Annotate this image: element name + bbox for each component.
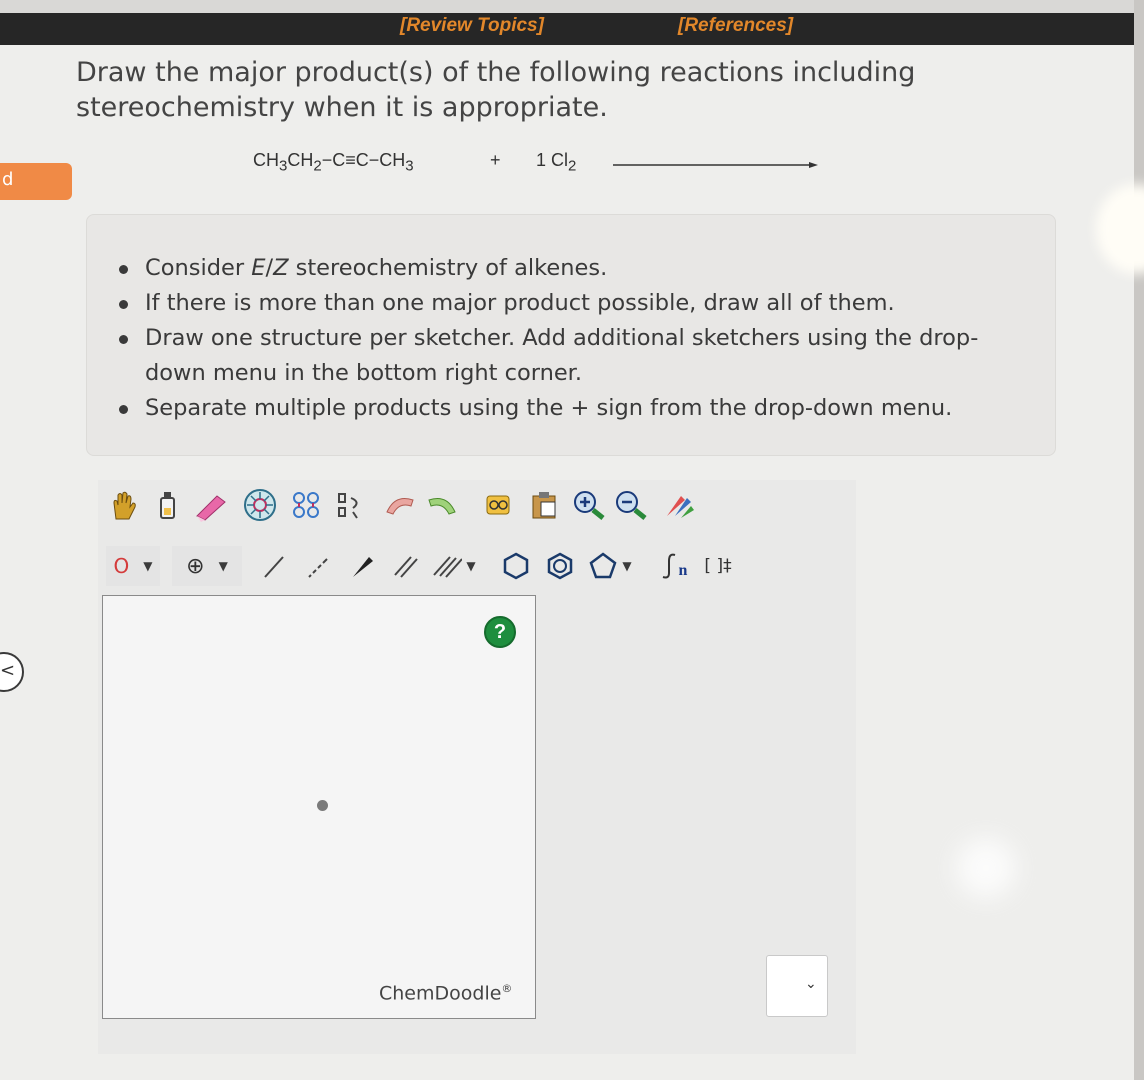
bullet-icon [119, 300, 128, 309]
clean-icon[interactable] [330, 485, 370, 525]
sgroup-label: n [678, 562, 688, 579]
references-link[interactable]: [References] [678, 15, 793, 37]
plus-sign: + [490, 150, 501, 170]
sketcher-toolbar-top [106, 485, 706, 527]
review-topics-link[interactable]: [Review Topics] [400, 15, 544, 37]
instruction-text: Consider E/Z stereochemistry of alkenes. [145, 255, 608, 281]
eraser-icon[interactable] [192, 485, 230, 525]
chemdoodle-watermark: ChemDoodle® [379, 982, 512, 1004]
brand-name: ChemDoodle [379, 982, 502, 1005]
hashed-bond-icon[interactable] [298, 546, 338, 586]
atom-label: O [113, 554, 130, 578]
question-text: Draw the major product(s) of the followi… [76, 57, 916, 123]
hand-icon[interactable] [106, 485, 140, 525]
bracket-charge-icon[interactable]: [ ]‡ [698, 546, 738, 586]
chevron-down-icon: ▼ [466, 559, 476, 573]
lasso-icon[interactable] [152, 485, 182, 525]
paste-icon[interactable] [526, 485, 566, 525]
instruction-item: Consider E/Z stereochemistry of alkenes. [119, 251, 1025, 286]
atom-element-dropdown[interactable]: O ▼ [106, 546, 160, 586]
instructions-list: Consider E/Z stereochemistry of alkenes.… [119, 251, 1025, 426]
instruction-text: If there is more than one major product … [145, 290, 895, 316]
help-button[interactable]: ? [484, 616, 516, 648]
instructions-box: Consider E/Z stereochemistry of alkenes.… [86, 214, 1056, 456]
brand-registered-mark: ® [501, 982, 513, 995]
ring-template-icon[interactable] [240, 485, 280, 525]
atom-map-icon[interactable] [288, 485, 328, 525]
screen-edge [1134, 0, 1144, 1080]
color-icon[interactable] [660, 485, 700, 525]
bullet-icon [119, 335, 128, 344]
single-bond-icon[interactable] [254, 546, 294, 586]
copy-icon[interactable] [480, 485, 520, 525]
double-bond-icon[interactable] [386, 546, 426, 586]
sgroup-icon[interactable]: n [654, 546, 694, 586]
side-tab-label: d [2, 169, 14, 190]
side-tab[interactable]: d [0, 163, 72, 200]
instruction-item: If there is more than one major product … [119, 286, 1025, 321]
chevron-down-icon: ▼ [143, 559, 153, 573]
sketcher-toolbar-bottom: O ▼ ⊕ ▼ ▼ ▼ n [ ]‡ [106, 542, 746, 590]
add-sketcher-dropdown[interactable]: ⌄ [766, 955, 828, 1017]
charge-label: ⊕ [186, 553, 205, 579]
zoom-out-icon[interactable] [612, 485, 652, 525]
instruction-item: Separate multiple products using the + s… [119, 391, 1025, 426]
canvas-origin-dot [317, 800, 328, 811]
reaction-arrow-icon [613, 162, 818, 168]
reaction-equation: CH3CH2−C≡C−CH3 + 1 Cl2 [253, 148, 853, 178]
instruction-text: Draw one structure per sketcher. Add add… [145, 325, 979, 386]
chevron-left-icon: < [0, 660, 16, 681]
triple-bond-dropdown[interactable]: ▼ [426, 546, 482, 586]
bullet-icon [119, 405, 128, 414]
header-bar [0, 13, 1134, 45]
reactant-formula: CH3CH2−C≡C−CH3 [253, 150, 414, 175]
chevron-down-icon: ▼ [622, 559, 632, 573]
cyclopentane-dropdown[interactable]: ▼ [580, 546, 640, 586]
instruction-text: Separate multiple products using the + s… [145, 395, 953, 421]
chevron-down-icon: ⌄ [805, 976, 817, 992]
wedge-bond-icon[interactable] [342, 546, 382, 586]
screen-glare [956, 838, 1016, 898]
drawing-canvas[interactable]: ? ChemDoodle® [102, 595, 536, 1019]
undo-icon[interactable] [380, 485, 420, 525]
charge-dropdown[interactable]: ⊕ ▼ [172, 546, 242, 586]
chevron-down-icon: ▼ [218, 559, 228, 573]
benzene-icon[interactable] [540, 546, 580, 586]
reagent-formula: 1 Cl2 [536, 150, 577, 175]
bullet-icon [119, 265, 128, 274]
instruction-item: Draw one structure per sketcher. Add add… [119, 321, 1025, 391]
redo-icon[interactable] [422, 485, 462, 525]
cyclohexane-icon[interactable] [496, 546, 536, 586]
zoom-in-icon[interactable] [570, 485, 610, 525]
